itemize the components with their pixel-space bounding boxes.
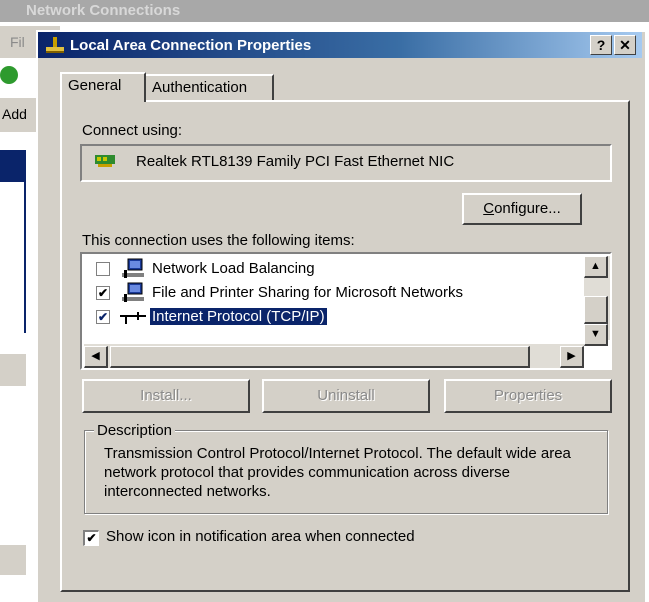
configure-label-rest: onfigure... [494, 200, 561, 217]
properties-button[interactable]: Properties [444, 379, 612, 413]
install-button[interactable]: Install... [82, 379, 250, 413]
protocol-icon [120, 312, 146, 324]
item-label-tcpip[interactable]: Internet Protocol (TCP/IP) [149, 307, 328, 326]
item-checkbox-load-balancing[interactable] [96, 262, 110, 276]
network-component-icon [122, 282, 144, 302]
help-button[interactable]: ? [590, 35, 612, 55]
item-checkbox-file-sharing[interactable]: ✔ [96, 286, 110, 300]
scroll-up-button[interactable]: ▲ [584, 256, 608, 278]
scroll-left-button[interactable]: ◀ [84, 346, 108, 368]
background-window-title: Network Connections [26, 2, 181, 19]
components-label: This connection uses the following items… [82, 232, 355, 249]
network-card-icon [95, 155, 115, 167]
background-address-label: Add [2, 106, 27, 122]
dialog-title: Local Area Connection Properties [70, 37, 312, 54]
back-arrow-icon[interactable] [0, 66, 18, 84]
item-label-file-sharing[interactable]: File and Printer Sharing for Microsoft N… [152, 284, 463, 301]
background-task-panel [0, 150, 26, 333]
close-button[interactable]: ✕ [614, 35, 636, 55]
vertical-scroll-thumb[interactable] [584, 296, 608, 324]
show-icon-checkbox[interactable]: ✔ [83, 530, 99, 546]
uninstall-button[interactable]: Uninstall [262, 379, 430, 413]
network-connection-icon [46, 37, 64, 53]
configure-button[interactable]: Configure... [462, 193, 582, 225]
horizontal-scroll-thumb[interactable] [110, 346, 530, 368]
adapter-name: Realtek RTL8139 Family PCI Fast Ethernet… [136, 153, 455, 170]
network-component-icon [122, 258, 144, 278]
description-legend: Description [94, 422, 176, 439]
tab-authentication[interactable]: Authentication [144, 74, 274, 100]
background-panel-header-2 [0, 545, 26, 575]
connect-using-label: Connect using: [82, 122, 183, 139]
scroll-down-button[interactable]: ▼ [584, 324, 608, 346]
item-checkbox-tcpip[interactable]: ✔ [96, 310, 110, 324]
description-text: Transmission Control Protocol/Internet P… [104, 445, 571, 500]
item-label-load-balancing[interactable]: Network Load Balancing [152, 260, 315, 277]
background-menu-file[interactable]: Fil [10, 34, 25, 50]
scroll-right-button[interactable]: ▶ [560, 346, 584, 368]
tab-general[interactable]: General [60, 72, 146, 102]
background-panel-header [0, 354, 26, 386]
show-icon-label[interactable]: Show icon in notification area when conn… [106, 528, 415, 545]
